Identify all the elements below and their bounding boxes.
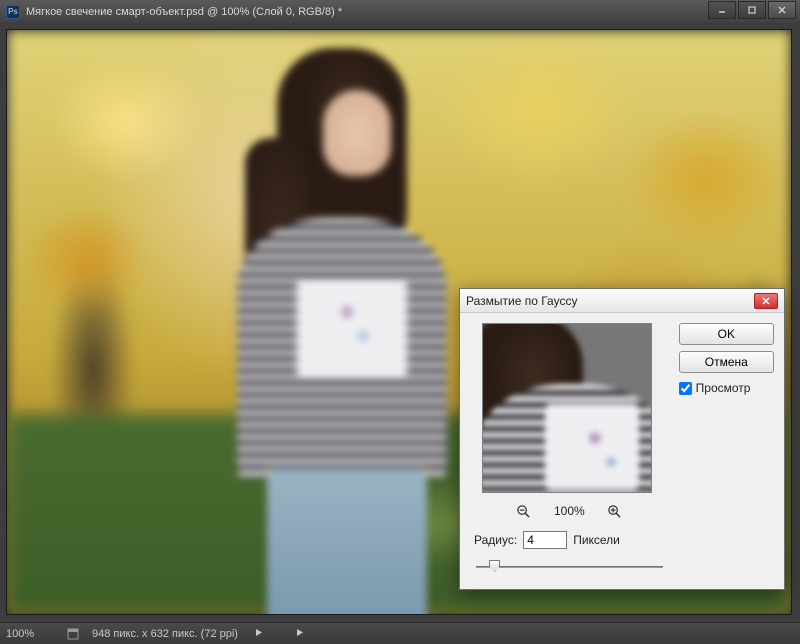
- close-button[interactable]: [768, 1, 796, 19]
- dialog-close-button[interactable]: [754, 293, 778, 309]
- zoom-in-button[interactable]: [607, 503, 623, 519]
- ok-button[interactable]: OK: [679, 323, 774, 345]
- maximize-button[interactable]: [738, 1, 766, 19]
- photoshop-icon: Ps: [6, 5, 20, 19]
- gaussian-blur-dialog: Размытие по Гауссу: [459, 288, 785, 590]
- cancel-button[interactable]: Отмена: [679, 351, 774, 373]
- canvas-area: Размытие по Гауссу: [0, 23, 800, 622]
- zoom-out-button[interactable]: [516, 503, 532, 519]
- preview-checkbox[interactable]: [679, 382, 692, 395]
- preview-zoom-value: 100%: [554, 504, 585, 518]
- radius-unit: Пиксели: [573, 533, 620, 547]
- radius-input[interactable]: [523, 531, 567, 549]
- radius-slider[interactable]: [476, 559, 663, 575]
- info-menu-arrow2-icon[interactable]: [295, 628, 304, 640]
- doc-info-icon: [66, 627, 80, 641]
- minimize-button[interactable]: [708, 1, 736, 19]
- radius-label: Радиус:: [474, 533, 517, 547]
- zoom-field[interactable]: 100%: [6, 628, 54, 640]
- preview-thumbnail[interactable]: [482, 323, 652, 493]
- preview-label: Просмотр: [696, 381, 751, 395]
- dialog-title: Размытие по Гауссу: [466, 294, 754, 308]
- document-title: Мягкое свечение смарт-объект.psd @ 100% …: [26, 6, 794, 18]
- photoshop-window: Ps Мягкое свечение смарт-объект.psd @ 10…: [0, 0, 800, 644]
- statusbar: 100% 948 пикс. x 632 пикс. (72 ppi): [0, 622, 800, 644]
- titlebar: Ps Мягкое свечение смарт-объект.psd @ 10…: [0, 0, 800, 23]
- info-menu-arrow-icon[interactable]: [254, 628, 263, 640]
- doc-info: 948 пикс. x 632 пикс. (72 ppi): [92, 628, 238, 640]
- dialog-titlebar[interactable]: Размытие по Гауссу: [460, 289, 784, 313]
- slider-thumb[interactable]: [489, 560, 500, 572]
- preview-checkbox-row[interactable]: Просмотр: [679, 379, 774, 395]
